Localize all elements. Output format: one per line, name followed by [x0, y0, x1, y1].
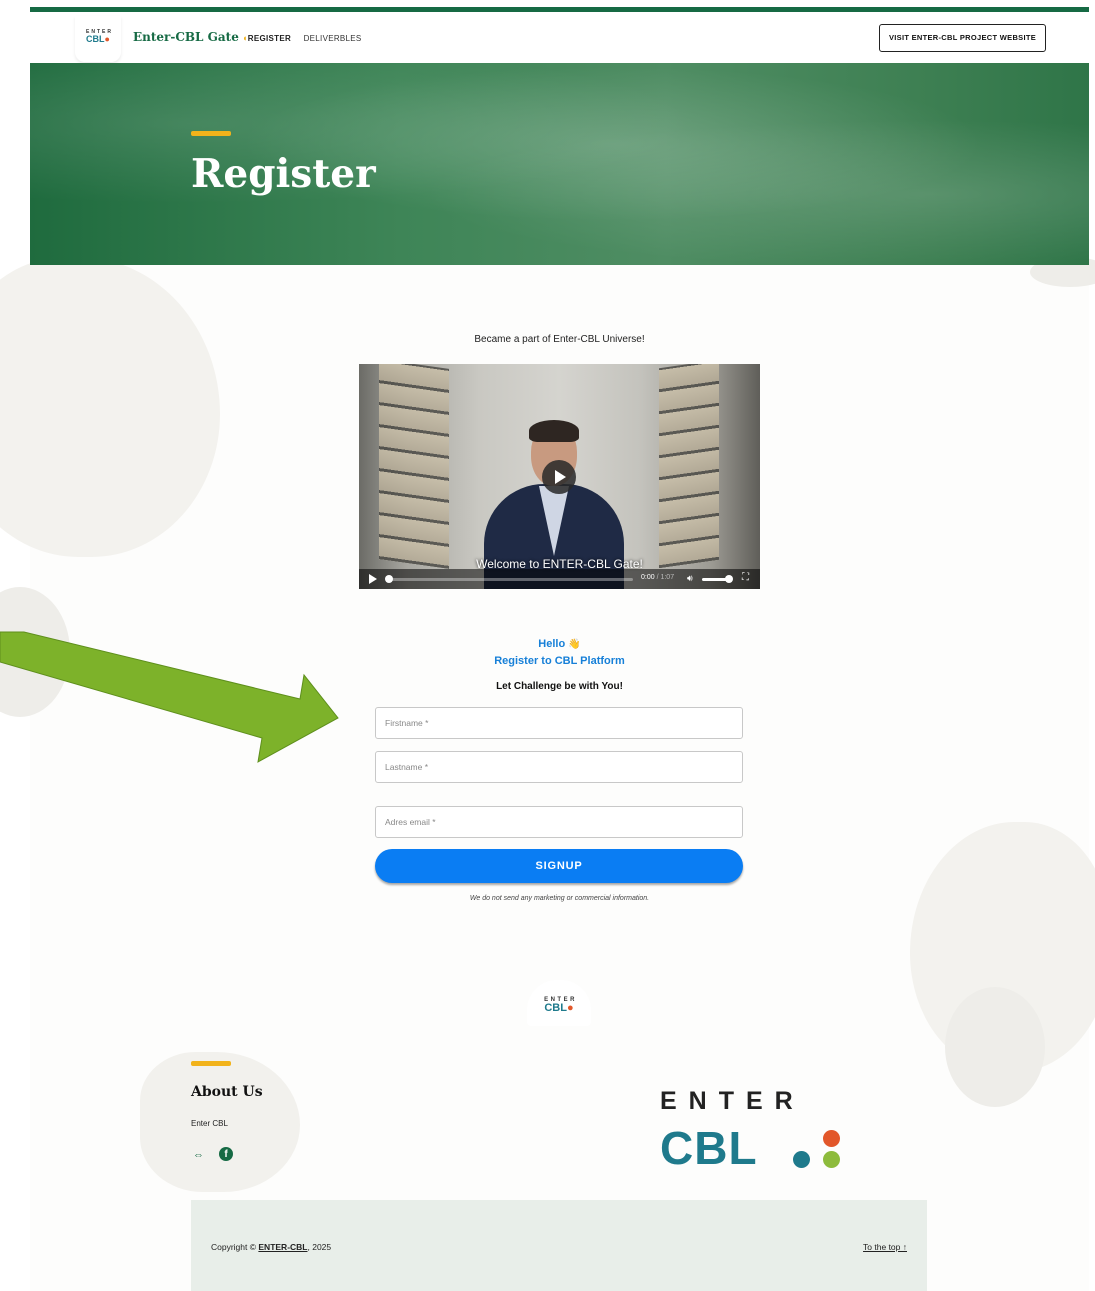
video-progress-knob[interactable]: [385, 575, 393, 583]
nav-item-register[interactable]: ◖REGISTER: [242, 33, 291, 43]
logo-dot-green: [823, 1151, 840, 1168]
about-accent-line: [191, 1061, 231, 1066]
decorative-blob: [0, 257, 220, 557]
video-frame-shelf: [659, 364, 719, 569]
copyright-bar: Copyright © ENTER-CBL, 2025 To the top ↑: [191, 1200, 927, 1291]
annotation-arrow-icon: [0, 631, 339, 763]
logo-cbl-text: CBL●: [544, 1002, 574, 1014]
video-controls: 0:00 / 1:07 🔊︎ ⛶: [359, 569, 760, 589]
greeting-text: Hello: [538, 638, 566, 650]
facebook-icon[interactable]: f: [219, 1147, 233, 1161]
about-text: Enter CBL: [191, 1119, 228, 1128]
decorative-blob: [945, 987, 1045, 1107]
hero-accent-line: [191, 131, 231, 136]
firstname-field[interactable]: Firstname *: [375, 707, 743, 739]
site-logo[interactable]: ENTER CBL●: [75, 16, 121, 62]
page-title: Register: [191, 151, 376, 197]
volume-slider[interactable]: [702, 575, 733, 583]
waving-hand-icon: 👋: [568, 639, 581, 650]
volume-icon[interactable]: 🔊︎: [687, 573, 693, 584]
video-time: 0:00 / 1:07: [641, 574, 675, 581]
main-nav: ◖REGISTER DELIVERBLES: [242, 33, 372, 43]
video-frame-shelf: [379, 364, 449, 569]
logo-cbl-text: CBL: [660, 1122, 758, 1174]
lastname-field[interactable]: Lastname *: [375, 751, 743, 783]
footer-logo-small: ENTER CBL●: [527, 980, 591, 1026]
site-title[interactable]: Enter-CBL Gate: [133, 30, 239, 44]
about-title: About Us: [191, 1084, 263, 1100]
to-the-top-link[interactable]: To the top ↑: [863, 1242, 907, 1252]
enter-cbl-logo: ENTER CBL: [660, 1087, 845, 1177]
logo-enter-text: ENTER: [660, 1087, 805, 1115]
hero-banner: Register: [30, 63, 1089, 265]
logo-dot-blue: [793, 1151, 810, 1168]
privacy-disclaimer: We do not send any marketing or commerci…: [469, 895, 650, 902]
visit-project-website-button[interactable]: VISIT ENTER-CBL PROJECT WEBSITE: [879, 24, 1046, 52]
fullscreen-icon[interactable]: ⛶: [742, 572, 749, 583]
logo-cbl-text: CBL●: [86, 34, 110, 44]
welcome-video[interactable]: Welcome to ENTER-CBL Gate! 0:00 / 1:07 🔊…: [359, 364, 760, 589]
nav-item-deliverables[interactable]: DELIVERBLES: [304, 34, 362, 43]
copyright-text: Copyright © ENTER-CBL, 2025: [211, 1242, 332, 1252]
email-field[interactable]: Adres email *: [375, 806, 743, 838]
video-progress-bar[interactable]: [385, 575, 633, 583]
link-icon[interactable]: ⇔: [193, 1149, 204, 1161]
signup-button[interactable]: SIGNUP: [375, 849, 743, 883]
logo-dot-red: [823, 1130, 840, 1147]
video-play-icon[interactable]: [542, 460, 576, 494]
copyright-brand-link[interactable]: ENTER-CBL: [258, 1242, 307, 1252]
site-header: ENTER CBL● Enter-CBL Gate ◖REGISTER DELI…: [30, 12, 1089, 63]
intro-text: Became a part of Enter-CBL Universe!: [474, 334, 645, 345]
play-icon[interactable]: [369, 574, 377, 584]
